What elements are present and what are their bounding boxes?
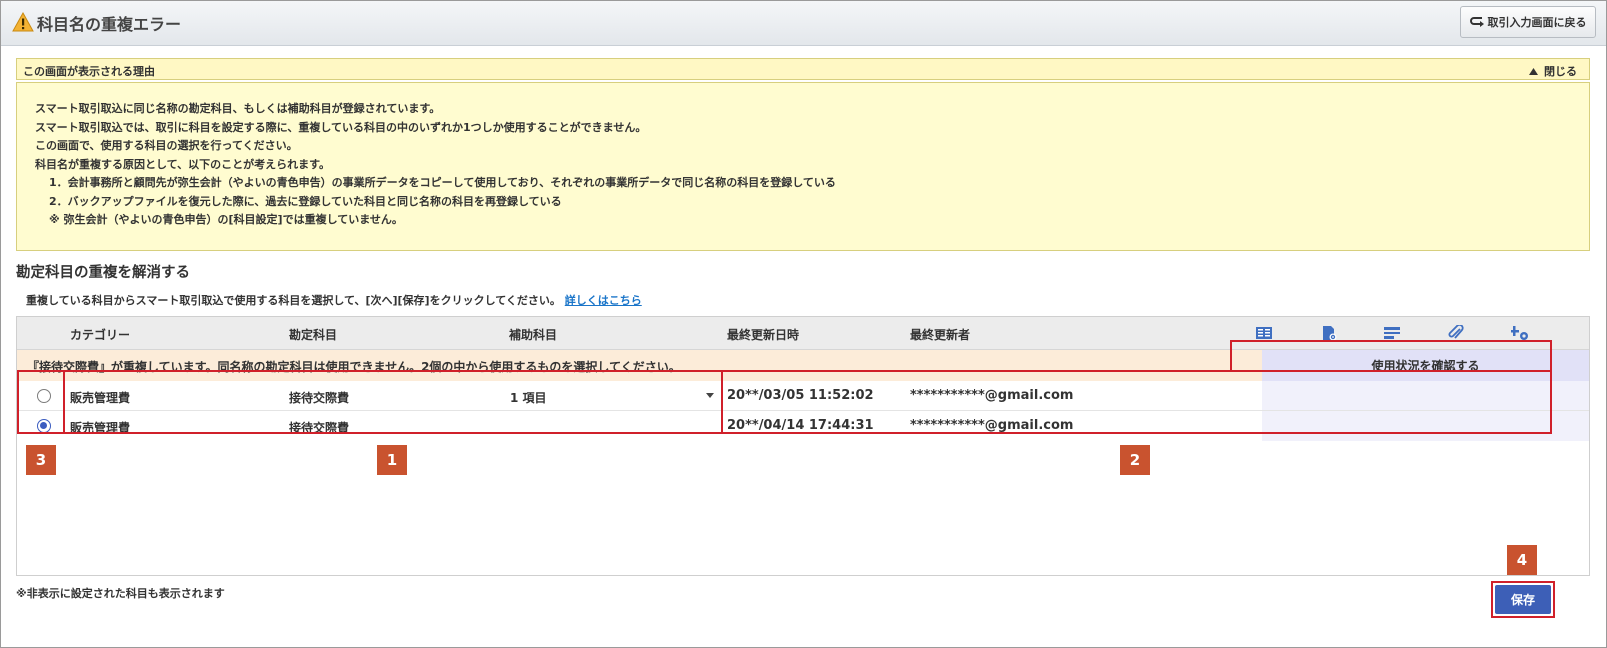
hidden-accounts-note: ※非表示に設定された科目も表示されます: [16, 587, 225, 600]
attachment-icon[interactable]: [1447, 325, 1465, 341]
reason-header: この画面が表示される理由 閉じる: [16, 58, 1590, 80]
section-title: 勘定科目の重複を解消する: [16, 265, 190, 281]
reason-line: 科目名が重複する原因として、以下のことが考えられます。: [35, 157, 331, 171]
document-settings-icon[interactable]: [1320, 325, 1338, 341]
annotation-badge-2: 2: [1120, 445, 1150, 475]
header-updated-at: 最終更新日時: [727, 328, 800, 342]
details-link[interactable]: 詳しくはこちら: [565, 294, 642, 307]
annotation-badge-3: 3: [26, 445, 56, 475]
reason-header-label: この画面が表示される理由: [23, 65, 155, 78]
reason-line: ※ 弥生会計（やよいの青色申告）の[科目設定]では重複していません。: [49, 213, 403, 226]
triangle-up-icon: [1529, 67, 1538, 75]
reason-line: この画面で、使用する科目の選択を行ってください。: [35, 139, 298, 152]
card-icon[interactable]: [1383, 325, 1401, 341]
header-updated-by: 最終更新者: [910, 328, 971, 342]
usage-highlight-box: [1230, 340, 1552, 372]
ledger-icon[interactable]: [1255, 325, 1273, 341]
back-to-entry-button[interactable]: 取引入力画面に戻る: [1460, 6, 1596, 38]
header-sub-account: 補助科目: [509, 328, 558, 342]
reason-line: 1．会計事務所と顧問先が弥生会計（やよいの青色申告）の事業所データをコピーして使…: [49, 176, 836, 189]
reason-close-toggle[interactable]: 閉じる: [1529, 63, 1577, 79]
reason-panel: スマート取引取込に同じ名称の勘定科目、もしくは補助科目が登録されています。 スマ…: [16, 82, 1590, 251]
header-account: 勘定科目: [289, 328, 338, 342]
instruction-text: 重複している科目からスマート取引取込で使用する科目を選択して、[次へ][保存]を…: [26, 292, 642, 308]
header-category: カテゴリー: [70, 328, 131, 342]
warning-icon: [12, 12, 34, 32]
account-highlight-box: [63, 370, 723, 434]
reason-line: スマート取引取込に同じ名称の勘定科目、もしくは補助科目が登録されています。: [35, 102, 441, 115]
radio-highlight-box: [17, 370, 65, 434]
reason-line: 2．バックアップファイルを復元した際に、過去に登録していた科目と同じ名称の科目を…: [49, 194, 562, 208]
annotation-badge-4: 4: [1507, 545, 1537, 575]
page-title: 科目名の重複エラー: [37, 15, 182, 34]
annotation-badge-1: 1: [377, 445, 407, 475]
update-info-highlight-box: [721, 370, 1552, 434]
return-arrow-icon: [1469, 17, 1484, 27]
back-button-label: 取引入力画面に戻る: [1487, 16, 1587, 29]
instruction-label: 重複している科目からスマート取引取込で使用する科目を選択して、[次へ][保存]を…: [26, 294, 561, 307]
title-bar: 科目名の重複エラー 取引入力画面に戻る: [1, 1, 1606, 46]
reason-line: スマート取引取込では、取引に科目を設定する際に、重複している科目の中のいずれか1…: [35, 120, 647, 134]
close-label: 閉じる: [1544, 65, 1577, 78]
add-settings-icon[interactable]: [1511, 325, 1529, 341]
save-button[interactable]: 保存: [1495, 585, 1551, 614]
